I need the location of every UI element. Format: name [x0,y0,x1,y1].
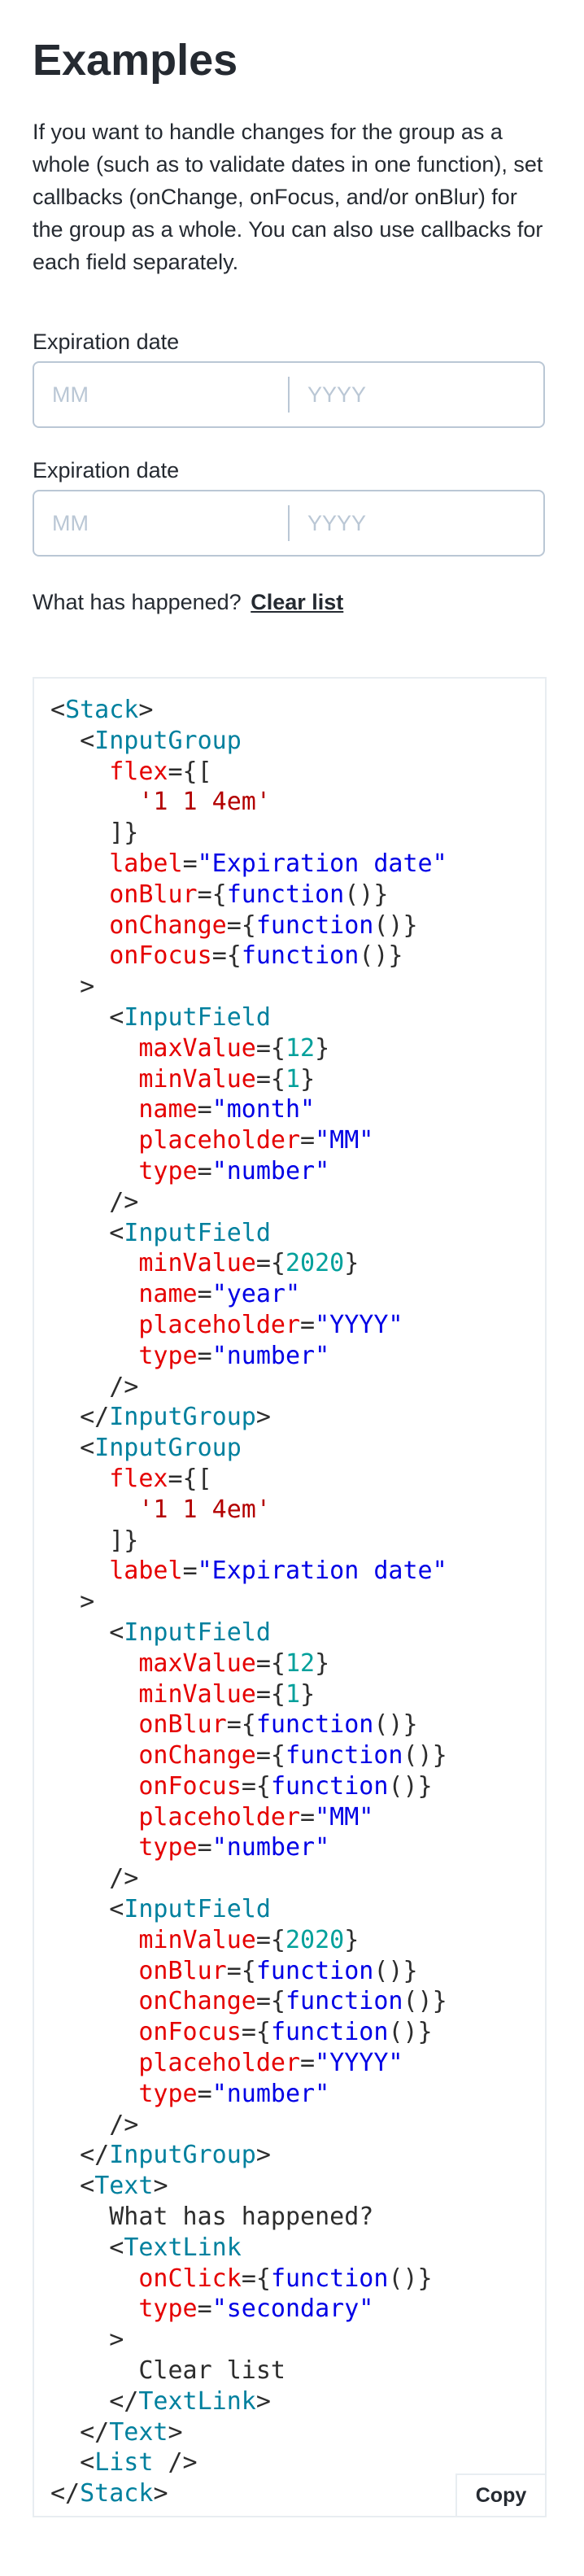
code-line: What has happened? [50,2203,374,2232]
intro-text: If you want to handle changes for the gr… [33,120,543,274]
code-line: > [50,2325,124,2355]
code-line: </InputGroup> [50,1403,271,1432]
code-line: > [50,1587,95,1617]
code-line: ]} [50,1526,139,1555]
code-line: </InputGroup> [50,2141,271,2170]
code-line: onBlur={function()} [50,1710,418,1740]
status-line: What has happened? Clear list [33,586,343,618]
code-line: type="secondary" [50,2294,374,2324]
code-block: <Stack> <InputGroup flex={[ '1 1 4em' ]}… [33,677,547,2517]
code-line: type="number" [50,1156,330,1185]
input-group-expiration-date: MM YYYY [33,361,545,428]
year-input[interactable]: YYYY [290,491,543,555]
code-line: name="year" [50,1280,301,1309]
code-line: minValue={2020} [50,1925,360,1954]
status-text: What has happened? [33,590,242,614]
copy-button[interactable]: Copy [455,2473,545,2516]
code-line: </Stack> [50,2479,168,2508]
code-line: label="Expiration date" [50,849,447,878]
code-line: <TextLink [50,2233,242,2262]
code-line: ]} [50,819,139,848]
code-line: placeholder="MM" [50,1126,374,1155]
code-line: '1 1 4em' [50,788,271,817]
code-line: onClick={function()} [50,2264,433,2293]
code-line: minValue={2020} [50,1249,360,1278]
code-line: Clear list [50,2356,285,2386]
code-line: <InputField [50,1895,271,1924]
page-title: Examples [33,36,238,85]
code-line: /> [50,1372,139,1401]
clear-list-link[interactable]: Clear list [251,590,343,614]
code-line: placeholder="MM" [50,1802,374,1832]
code-line: <InputGroup [50,726,242,755]
code-line: flex={[ [50,757,212,786]
code-line: onFocus={function()} [50,2018,433,2047]
page: Examples If you want to handle changes f… [0,0,584,2576]
input-group-expiration-date: MM YYYY [33,490,545,557]
code-line: <Text> [50,2172,168,2201]
code-line: type="number" [50,2079,330,2108]
code-line: maxValue={12} [50,1648,330,1678]
code-line: type="number" [50,1833,330,1862]
input-group-label: Expiration date [33,330,180,354]
code-line: </Text> [50,2417,183,2447]
code-listing: <Stack> <InputGroup flex={[ '1 1 4em' ]}… [50,695,447,2509]
code-line: <Stack> [50,696,154,724]
year-input[interactable]: YYYY [290,363,543,426]
code-line: /> [50,2110,139,2139]
code-line: </TextLink> [50,2386,271,2416]
code-line: <InputField [50,1002,271,1032]
code-line: onFocus={function()} [50,1771,433,1801]
month-input[interactable]: MM [34,491,288,555]
code-line: maxValue={12} [50,1033,330,1063]
code-line: name="month" [50,1095,316,1124]
code-line: onChange={function()} [50,1741,447,1770]
code-line: onFocus={function()} [50,941,403,971]
code-line: onChange={function()} [50,1987,447,2016]
code-line: <InputField [50,1218,271,1247]
code-line: <List /> [50,2448,198,2478]
code-line: <InputGroup [50,1434,242,1463]
code-line: <InputField [50,1618,271,1647]
code-line: /> [50,1864,139,1893]
code-line: placeholder="YYYY" [50,2049,403,2078]
code-line: flex={[ [50,1464,212,1493]
input-group-label: Expiration date [33,458,180,482]
code-line: label="Expiration date" [50,1557,447,1586]
code-line: type="number" [50,1341,330,1370]
code-line: minValue={1} [50,1679,316,1709]
code-line: /> [50,1187,139,1216]
code-line: onChange={function()} [50,910,418,940]
code-line: '1 1 4em' [50,1495,271,1524]
code-line: onBlur={function()} [50,880,389,909]
code-line: placeholder="YYYY" [50,1310,403,1339]
code-line: minValue={1} [50,1064,316,1094]
month-input[interactable]: MM [34,363,288,426]
code-line: > [50,972,95,1002]
code-line: onBlur={function()} [50,1956,418,1985]
